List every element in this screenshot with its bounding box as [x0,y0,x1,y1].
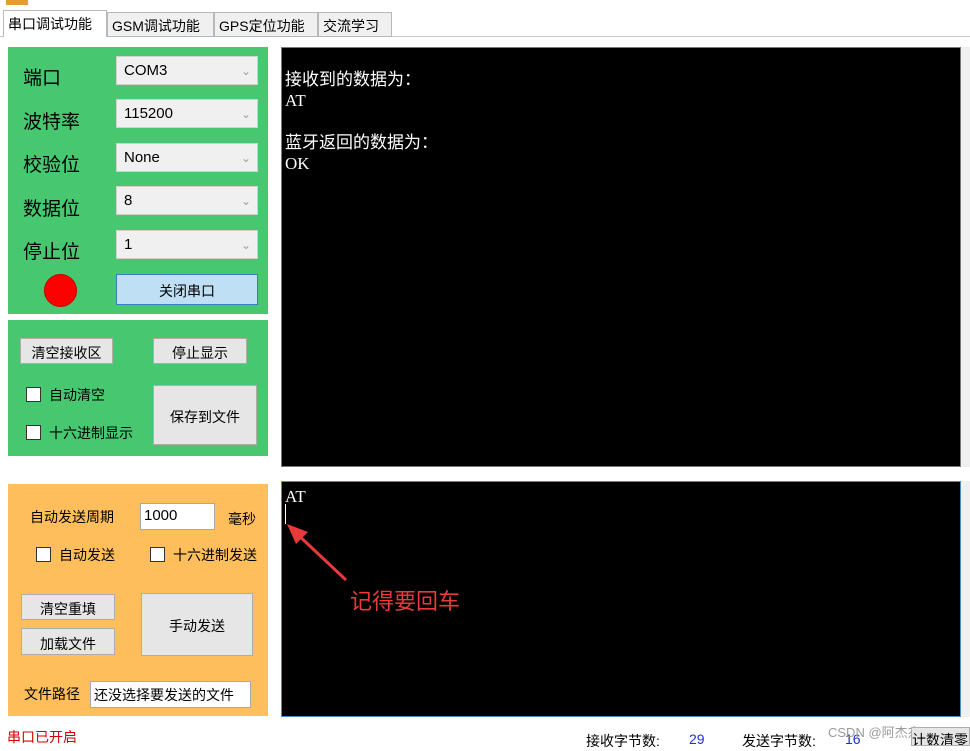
chevron-down-icon: ⌄ [240,64,251,78]
hex-display-checkbox[interactable] [26,425,41,440]
auto-clear-checkbox[interactable] [26,387,41,402]
port-label: 端口 [23,68,62,89]
app-icon [6,0,28,5]
clear-count-button[interactable]: 计数清零 [911,727,970,746]
port-value: COM3 [124,62,168,79]
databits-value: 8 [124,192,133,209]
auto-send-checkbox[interactable] [36,547,51,562]
auto-clear-label: 自动清空 [49,387,105,403]
baud-label: 波特率 [23,112,81,133]
baud-select[interactable]: 115200 ⌄ [116,99,258,128]
tab-learning[interactable]: 交流学习 [318,12,392,37]
tab-serial-debug[interactable]: 串口调试功能 [3,10,107,37]
tab-gps[interactable]: GPS定位功能 [214,12,318,37]
period-unit-label: 毫秒 [228,511,256,527]
file-path-label: 文件路径 [24,686,80,702]
port-status-text: 串口已开启 [7,729,77,745]
baud-value: 115200 [124,105,173,122]
auto-send-label: 自动发送 [59,547,115,563]
rx-count-label: 接收字节数: [586,733,660,749]
clear-receive-button[interactable]: 清空接收区 [20,338,113,364]
chevron-down-icon: ⌄ [240,107,251,121]
port-select[interactable]: COM3 ⌄ [116,56,258,85]
receive-line: 接收到的数据为： [285,70,421,89]
port-status-indicator [44,274,77,307]
rx-count-value: 29 [689,731,705,747]
receive-scrollbar[interactable] [961,47,970,467]
stopbits-select[interactable]: 1 ⌄ [116,230,258,259]
manual-send-button[interactable]: 手动发送 [141,593,253,656]
chevron-down-icon: ⌄ [240,238,251,252]
send-scrollbar[interactable] [961,481,970,717]
watermark: CSDN @阿杰杰 [828,725,921,740]
clear-refill-button[interactable]: 清空重填 [21,594,115,620]
save-to-file-button[interactable]: 保存到文件 [153,385,257,445]
stop-display-button[interactable]: 停止显示 [153,338,247,364]
receive-line: AT [285,91,306,110]
receive-line: 蓝牙返回的数据为： [285,133,438,152]
receive-line: OK [285,154,310,173]
auto-send-period-input[interactable]: 1000 [140,503,215,530]
parity-select[interactable]: None ⌄ [116,143,258,172]
send-text: AT [285,487,306,506]
tab-gsm-debug[interactable]: GSM调试功能 [107,12,214,37]
load-file-button[interactable]: 加载文件 [21,628,115,655]
close-port-button[interactable]: 关闭串口 [116,274,258,305]
hex-send-label: 十六进制发送 [173,547,257,563]
chevron-down-icon: ⌄ [240,194,251,208]
annotation-text: 记得要回车 [350,589,461,614]
stopbits-value: 1 [124,236,133,253]
databits-select[interactable]: 8 ⌄ [116,186,258,215]
tx-count-label: 发送字节数: [742,733,816,749]
auto-send-period-label: 自动发送周期 [30,509,114,525]
annotation-arrow-icon [287,524,348,582]
parity-value: None [124,149,160,166]
receive-area[interactable]: 接收到的数据为： AT 蓝牙返回的数据为： OK [281,47,961,467]
receive-line [285,111,960,132]
hex-display-label: 十六进制显示 [49,425,133,441]
hex-send-checkbox[interactable] [150,547,165,562]
chevron-down-icon: ⌄ [240,151,251,165]
file-path-input[interactable]: 还没选择要发送的文件 [90,681,251,708]
stopbits-label: 停止位 [23,242,81,263]
databits-label: 数据位 [23,199,81,220]
parity-label: 校验位 [23,155,81,176]
